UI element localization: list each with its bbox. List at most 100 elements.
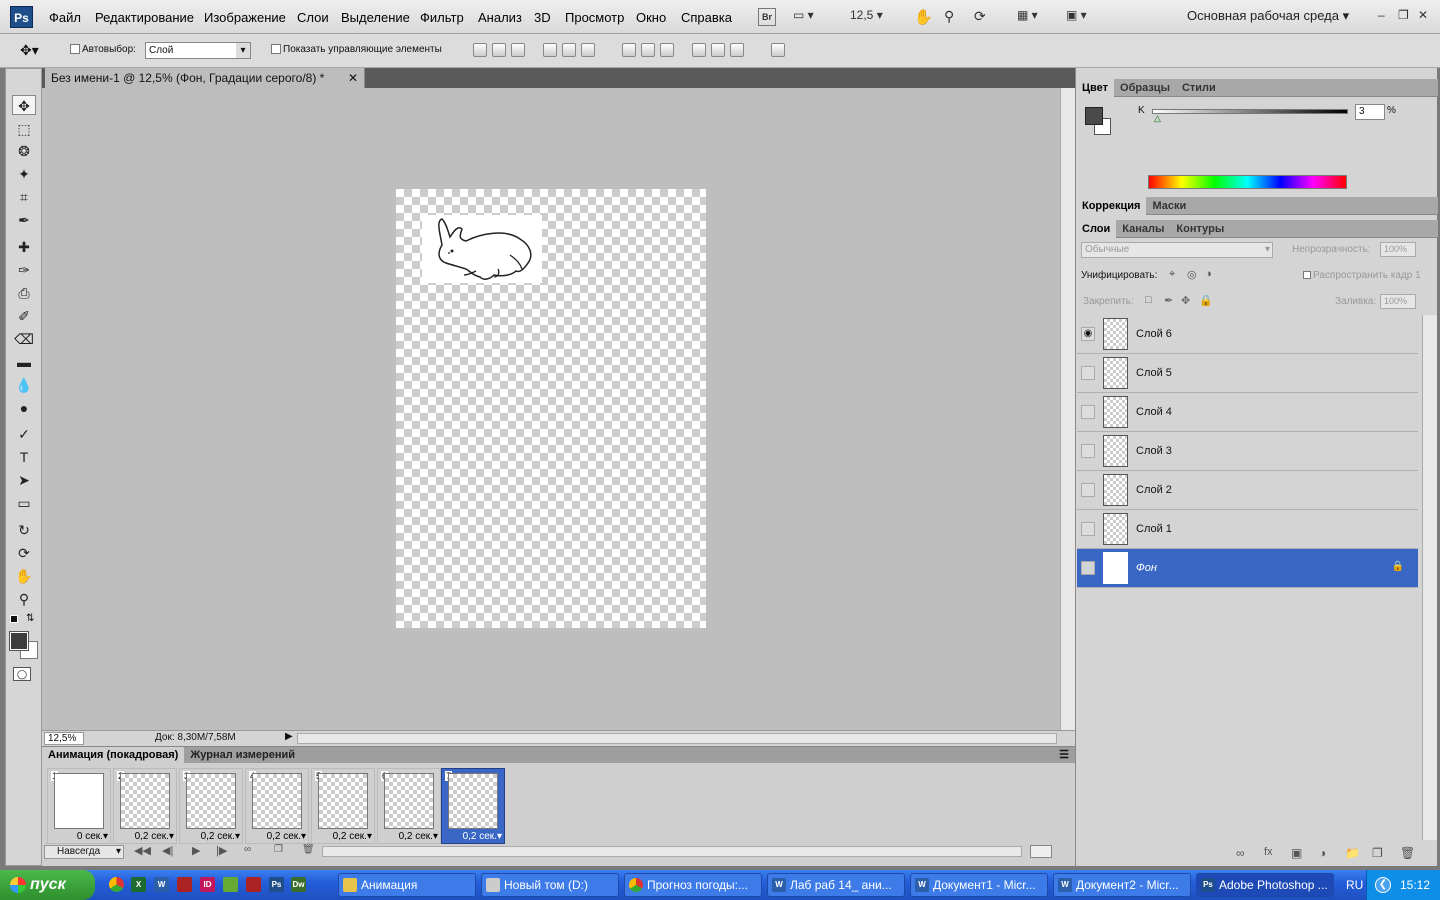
opacity-field[interactable]: 100% bbox=[1380, 242, 1416, 257]
blur-tool-icon[interactable]: 💧 bbox=[12, 375, 36, 395]
k-value-field[interactable]: 3 bbox=[1355, 104, 1385, 120]
app-icon-green[interactable] bbox=[223, 877, 238, 892]
workspace-switcher[interactable]: Основная рабочая среда ▾ bbox=[1187, 8, 1349, 26]
link-layers-icon[interactable]: ∞ bbox=[1236, 846, 1245, 860]
align-left-icon[interactable] bbox=[543, 43, 557, 57]
menu-image[interactable]: Изображение bbox=[204, 10, 286, 25]
menu-view[interactable]: Просмотр bbox=[565, 10, 624, 25]
tab-color[interactable]: Цвет bbox=[1076, 79, 1115, 97]
magic-wand-icon[interactable]: ✦ bbox=[12, 164, 36, 184]
layer-row[interactable]: ◉ Слой 6 bbox=[1077, 315, 1418, 354]
align-right-icon[interactable] bbox=[581, 43, 595, 57]
fill-field[interactable]: 100% bbox=[1380, 294, 1416, 309]
tab-adjustments[interactable]: Коррекция bbox=[1076, 197, 1147, 215]
align-bottom-icon[interactable] bbox=[511, 43, 525, 57]
lock-transparency-icon[interactable]: □ bbox=[1145, 294, 1152, 306]
frame-delay[interactable]: 0,2 сек.▾ bbox=[378, 831, 438, 842]
frame-delay[interactable]: 0,2 сек.▾ bbox=[180, 831, 240, 842]
layer-row-background[interactable]: Фон 🔒 bbox=[1077, 549, 1418, 588]
animation-frame[interactable]: 50,2 сек.▾ bbox=[311, 768, 375, 844]
arrange-documents-icon[interactable]: ▦ ▾ bbox=[1017, 8, 1038, 26]
document-tab[interactable]: Без имени-1 @ 12,5% (Фон, Градации серог… bbox=[45, 68, 365, 88]
tab-channels[interactable]: Каналы bbox=[1116, 220, 1170, 238]
zoom-level[interactable]: 12,5 ▾ bbox=[850, 8, 883, 26]
slider-thumb-icon[interactable]: △ bbox=[1154, 113, 1161, 124]
healing-brush-icon[interactable]: ✚ bbox=[12, 237, 36, 257]
taskbar-item[interactable]: W Документ2 - Micr... bbox=[1053, 873, 1191, 897]
foreground-color-swatch[interactable] bbox=[1085, 107, 1103, 125]
layer-style-icon[interactable]: fx bbox=[1264, 846, 1273, 858]
layer-row[interactable]: Слой 4 bbox=[1077, 393, 1418, 432]
clapper-icon[interactable]: ▭ ▾ bbox=[793, 8, 814, 26]
app-icon-red[interactable] bbox=[177, 877, 192, 892]
tab-masks[interactable]: Маски bbox=[1146, 197, 1192, 215]
tab-styles[interactable]: Стили bbox=[1176, 79, 1222, 97]
3d-orbit-icon[interactable]: ⟳ bbox=[12, 543, 36, 563]
unify-style-icon[interactable]: ◑ bbox=[1205, 268, 1212, 280]
visibility-eye-icon[interactable]: ◉ bbox=[1081, 327, 1095, 341]
distribute-top-icon[interactable] bbox=[622, 43, 636, 57]
color-ramp[interactable] bbox=[1148, 175, 1347, 189]
default-colors-icon[interactable] bbox=[10, 615, 18, 623]
taskbar-item[interactable]: W Лаб раб 14_ ани... bbox=[767, 873, 905, 897]
clone-stamp-icon[interactable]: ⎙ bbox=[12, 283, 36, 303]
3d-rotate-icon[interactable]: ↻ bbox=[12, 520, 36, 540]
visibility-toggle[interactable] bbox=[1081, 405, 1095, 419]
type-tool-icon[interactable]: T bbox=[12, 447, 36, 467]
propagate-checkbox[interactable]: Распространить кадр 1 bbox=[1303, 270, 1421, 281]
frame-delay[interactable]: 0,2 сек.▾ bbox=[312, 831, 372, 842]
move-tool-icon[interactable]: ✥ bbox=[12, 95, 36, 115]
chrome-icon[interactable] bbox=[109, 877, 124, 892]
layer-row[interactable]: Слой 2 bbox=[1077, 471, 1418, 510]
animation-frame[interactable]: 60,2 сек.▾ bbox=[377, 768, 441, 844]
dodge-tool-icon[interactable]: ● bbox=[12, 398, 36, 418]
excel-icon[interactable]: X bbox=[131, 877, 146, 892]
frames-scrollbar[interactable] bbox=[322, 846, 1022, 857]
new-layer-icon[interactable]: ❐ bbox=[1372, 846, 1383, 860]
align-top-icon[interactable] bbox=[473, 43, 487, 57]
lasso-tool-icon[interactable]: ❂ bbox=[12, 141, 36, 161]
blend-mode-dropdown[interactable]: Обычные ▾ bbox=[1081, 242, 1273, 258]
unify-position-icon[interactable]: ⌖ bbox=[1169, 268, 1175, 281]
menu-filter[interactable]: Фильтр bbox=[420, 10, 464, 25]
eraser-tool-icon[interactable]: ⌫ bbox=[12, 329, 36, 349]
distribute-left-icon[interactable] bbox=[692, 43, 706, 57]
delete-layer-icon[interactable]: 🗑 bbox=[1400, 846, 1415, 860]
distribute-vcenter-icon[interactable] bbox=[641, 43, 655, 57]
animation-frame[interactable]: 20,2 сек.▾ bbox=[113, 768, 177, 844]
animation-frame[interactable]: 40,2 сек.▾ bbox=[245, 768, 309, 844]
marquee-tool-icon[interactable]: ⬚ bbox=[12, 119, 36, 139]
horizontal-scrollbar[interactable] bbox=[297, 733, 1057, 744]
panel-menu-icon[interactable]: ☰ bbox=[1059, 747, 1069, 763]
screen-mode-icon[interactable]: ▣ ▾ bbox=[1066, 8, 1087, 26]
menu-help[interactable]: Справка bbox=[681, 10, 732, 25]
hand-tool-icon[interactable]: ✋ bbox=[12, 566, 36, 586]
shape-tool-icon[interactable]: ▭ bbox=[12, 493, 36, 513]
layer-row[interactable]: Слой 1 bbox=[1077, 510, 1418, 549]
lock-pixels-icon[interactable]: ✒ bbox=[1164, 294, 1173, 307]
add-mask-icon[interactable]: ▣ bbox=[1291, 846, 1302, 860]
swap-colors-icon[interactable]: ⇅ bbox=[26, 613, 34, 624]
convert-timeline-icon[interactable] bbox=[1030, 845, 1052, 858]
tray-expand-icon[interactable]: ❮ bbox=[1375, 877, 1391, 893]
photoshop-quicklaunch-icon[interactable]: Ps bbox=[269, 877, 284, 892]
k-slider[interactable] bbox=[1152, 109, 1348, 114]
align-vcenter-icon[interactable] bbox=[492, 43, 506, 57]
zoom-field[interactable]: 12,5% bbox=[44, 732, 84, 745]
tab-paths[interactable]: Контуры bbox=[1170, 220, 1230, 238]
visibility-toggle[interactable] bbox=[1081, 366, 1095, 380]
visibility-toggle[interactable] bbox=[1081, 561, 1095, 575]
layers-scrollbar[interactable] bbox=[1422, 315, 1437, 840]
quick-mask-icon[interactable]: ◯ bbox=[13, 667, 31, 681]
distribute-bottom-icon[interactable] bbox=[660, 43, 674, 57]
new-group-icon[interactable]: 📁 bbox=[1345, 846, 1360, 860]
visibility-toggle[interactable] bbox=[1081, 522, 1095, 536]
crop-tool-icon[interactable]: ⌗ bbox=[12, 187, 36, 207]
bridge-icon[interactable]: Br bbox=[758, 8, 776, 26]
taskbar-item-active[interactable]: Ps Adobe Photoshop ... bbox=[1196, 873, 1334, 897]
tab-animation[interactable]: Анимация (покадровая) bbox=[42, 747, 185, 763]
autoselect-checkbox[interactable]: Автовыбор: bbox=[70, 44, 136, 55]
menu-edit[interactable]: Редактирование bbox=[95, 10, 194, 25]
eyedropper-icon[interactable]: ✒ bbox=[12, 210, 36, 230]
menu-window[interactable]: Окно bbox=[636, 10, 666, 25]
